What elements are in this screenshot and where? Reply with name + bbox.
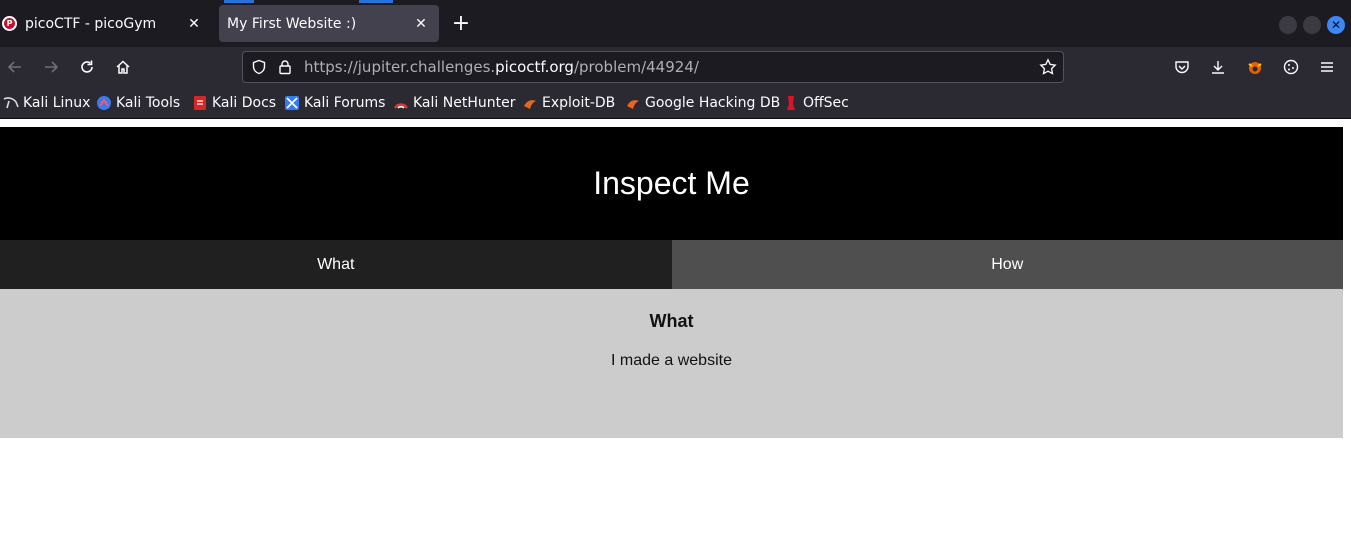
hamburger-menu-icon[interactable] [1315, 55, 1339, 79]
bookmark-kali-docs[interactable]: Kali Docs [192, 93, 276, 113]
back-arrow-icon[interactable] [3, 55, 27, 79]
minimize-window-button[interactable] [1279, 16, 1297, 34]
tab-content-panel: What I made a website [0, 289, 1343, 438]
url-prefix: https://jupiter.challenges. [304, 58, 496, 76]
url-domain: picoctf.org [495, 58, 574, 76]
cookie-extension-icon[interactable] [1279, 55, 1303, 79]
new-tab-plus-icon[interactable]: + [449, 13, 473, 37]
pocket-icon[interactable] [1170, 55, 1194, 79]
tab-how-label: How [991, 255, 1024, 273]
tab-indicator [359, 0, 393, 3]
close-tab-icon[interactable]: ✕ [409, 12, 433, 36]
ghdb-icon [625, 95, 641, 111]
site-title: Inspect Me [593, 165, 750, 201]
tab-title: picoCTF - picoGym [25, 15, 157, 32]
browser-titlebar: P picoCTF - picoGym ✕ My First Website :… [0, 0, 1351, 47]
browser-tab-picogym[interactable]: P picoCTF - picoGym ✕ [0, 5, 212, 42]
bookmark-label: Kali Forums [304, 95, 386, 111]
bookmark-exploit-db[interactable]: Exploit-DB [522, 93, 615, 113]
browser-tab-my-first-website[interactable]: My First Website :) ✕ [219, 5, 439, 42]
exploit-db-icon [522, 95, 538, 111]
tab-how[interactable]: How [671, 240, 1343, 289]
reload-icon[interactable] [75, 55, 99, 79]
close-window-button[interactable]: ✕ [1327, 16, 1345, 34]
bookmark-label: Google Hacking DB [645, 95, 781, 111]
web-page: Inspect Me What How What I made a websit… [0, 120, 1351, 536]
lock-icon[interactable] [277, 59, 293, 79]
picoctf-favicon-icon: P [2, 16, 17, 31]
extension-fox-icon[interactable] [1243, 55, 1267, 79]
bookmarks-toolbar: Kali Linux Kali Tools Kali Docs Kali For… [0, 87, 1351, 119]
bookmark-kali-forums[interactable]: Kali Forums [284, 93, 385, 113]
bookmark-kali-linux[interactable]: Kali Linux [3, 93, 90, 113]
bookmark-kali-nethunter[interactable]: Kali NetHunter [393, 93, 515, 113]
tab-what[interactable]: What [0, 240, 672, 289]
kali-docs-icon [192, 95, 208, 111]
bookmark-label: Kali Docs [212, 95, 277, 111]
home-icon[interactable] [111, 55, 135, 79]
browser-navbar: https://jupiter.challenges.picoctf.org/p… [0, 47, 1351, 87]
site-tab-bar: What How [0, 240, 1343, 289]
tab-indicator [224, 0, 254, 3]
offsec-icon [783, 95, 799, 111]
url-path: /problem/44924/ [573, 58, 699, 76]
kali-forums-icon [284, 95, 300, 111]
nethunter-icon [393, 95, 409, 111]
bookmark-google-hacking-db[interactable]: Google Hacking DB [625, 93, 780, 113]
tab-what-label: What [317, 255, 355, 273]
bookmark-label: Kali Linux [23, 95, 91, 111]
address-bar[interactable]: https://jupiter.challenges.picoctf.org/p… [242, 51, 1064, 83]
bookmark-label: Kali NetHunter [413, 95, 516, 111]
shield-icon[interactable] [251, 59, 267, 79]
section-text: I made a website [611, 352, 732, 369]
downloads-icon[interactable] [1206, 55, 1230, 79]
bookmark-kali-tools[interactable]: Kali Tools [96, 93, 180, 113]
section-heading: What [649, 311, 694, 331]
forward-arrow-icon[interactable] [39, 55, 63, 79]
maximize-window-button[interactable] [1303, 16, 1321, 34]
kali-dragon-icon [3, 95, 19, 111]
close-tab-icon[interactable]: ✕ [182, 12, 206, 36]
bookmark-label: Kali Tools [116, 95, 181, 111]
bookmark-label: Exploit-DB [542, 95, 616, 111]
bookmark-label: OffSec [803, 95, 849, 111]
bookmark-offsec[interactable]: OffSec [783, 93, 849, 113]
tab-title: My First Website :) [227, 15, 357, 32]
url-text[interactable]: https://jupiter.challenges.picoctf.org/p… [304, 58, 699, 76]
kali-tools-icon [96, 95, 112, 111]
bookmark-star-icon[interactable] [1039, 58, 1057, 80]
site-header: Inspect Me [0, 127, 1343, 240]
